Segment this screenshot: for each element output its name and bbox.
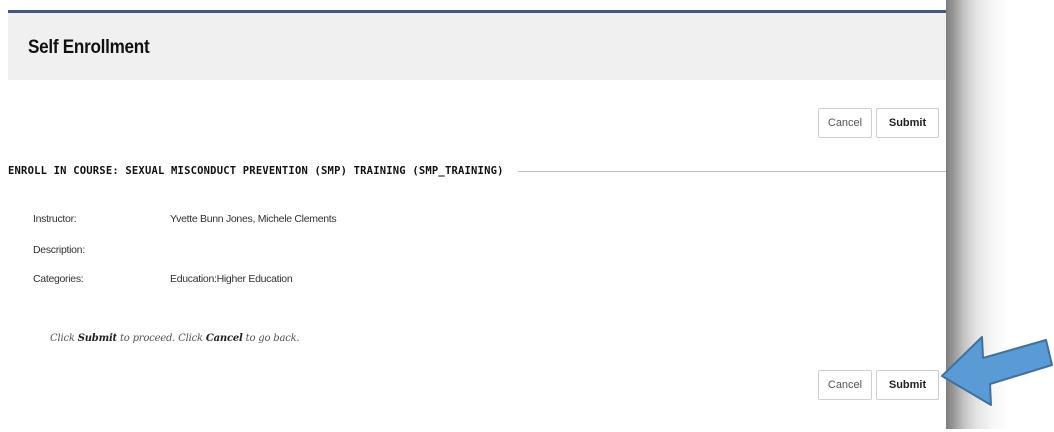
- instructor-row: Instructor: Yvette Bunn Jones, Michele C…: [33, 213, 337, 225]
- course-heading: ENROLL IN COURSE: SEXUAL MISCONDUCT PREV…: [8, 165, 504, 177]
- arrow-shape: [941, 336, 1053, 406]
- help-submit-word: Submit: [77, 333, 117, 344]
- categories-label: Categories:: [33, 273, 84, 285]
- panel-header: Self Enrollment: [8, 13, 946, 80]
- arrow-pointer-icon: [941, 336, 1053, 406]
- categories-row: Categories: Education:Higher Education: [33, 273, 293, 285]
- categories-value: Education:Higher Education: [170, 273, 293, 285]
- help-prefix: Click: [50, 333, 78, 344]
- bottom-action-buttons: Cancel Submit: [818, 370, 939, 400]
- instructor-label: Instructor:: [33, 213, 77, 225]
- section-heading: ENROLL IN COURSE: SEXUAL MISCONDUCT PREV…: [8, 161, 946, 181]
- instructor-value: Yvette Bunn Jones, Michele Clements: [170, 213, 337, 225]
- submit-button-top[interactable]: Submit: [876, 108, 939, 138]
- page-title: Self Enrollment: [28, 37, 150, 58]
- top-action-buttons: Cancel Submit: [818, 108, 939, 138]
- description-row: Description:: [33, 244, 170, 256]
- self-enrollment-panel: Self Enrollment Cancel Submit ENROLL IN …: [8, 10, 946, 432]
- help-middle: to proceed. Click: [116, 333, 206, 344]
- section-divider: [517, 170, 946, 172]
- cancel-button-bottom[interactable]: Cancel: [818, 370, 872, 400]
- description-label: Description:: [33, 244, 85, 256]
- help-cancel-word: Cancel: [205, 333, 243, 344]
- help-text: Click Submit to proceed. Click Cancel to…: [50, 333, 300, 344]
- cancel-button-top[interactable]: Cancel: [818, 108, 872, 138]
- help-suffix: to go back.: [242, 333, 300, 344]
